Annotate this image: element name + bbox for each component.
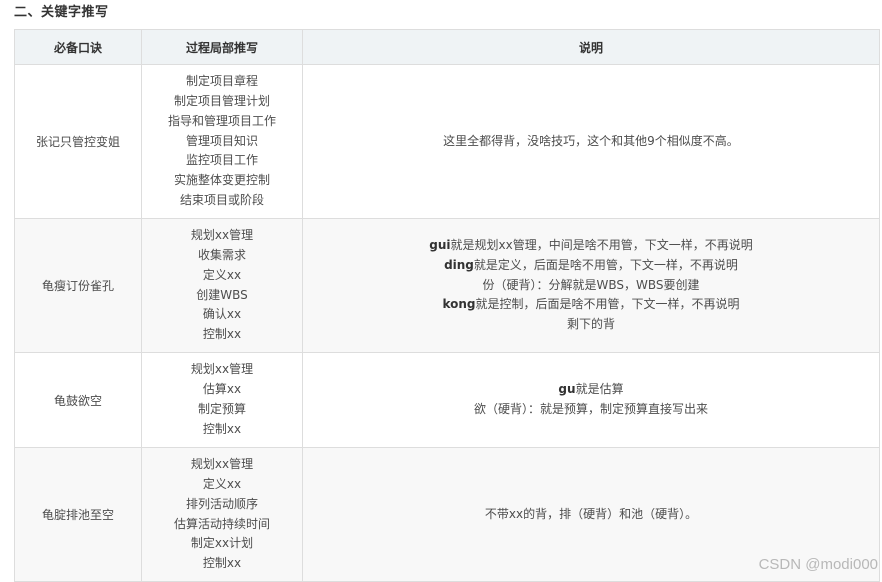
explanation-text: 份（硬背）：分解就是WBS，WBS要创建 [482,277,700,292]
header-mnemonic: 必备口诀 [14,29,142,65]
explanation-line: 这里全都得背，没啥技巧，这个和其他9个相似度不高。 [309,132,873,152]
explanation-line: gui就是规划xx管理，中间是啥不用管，下文一样，不再说明 [309,236,873,256]
process-item: 收集需求 [197,247,246,262]
process-item: 创建WBS [196,287,248,302]
process-item: 制定项目章程 [185,74,258,89]
process-item: 规划xx管理 [190,362,254,377]
process-item: 制定项目管理计划 [173,94,270,108]
explanation-keyword: gui [429,238,451,252]
process-cell: 制定项目章程 制定项目管理计划 指导和管理项目工作 管理项目知识 监控项目工作 … [141,64,303,219]
explanation-keyword: gu [558,382,576,397]
process-item: 管理项目知识 [185,133,258,148]
section-heading: 二、关键字推写 [14,5,109,20]
process-item: 指导和管理项目工作 [167,113,276,128]
process-item: 估算活动持续时间 [173,516,270,531]
process-item: 制定预算 [197,402,246,416]
explanation-text: 这里全都得背，没啥技巧，这个和其他9个相似度不高。 [443,133,739,148]
explanation-text: 就是规划xx管理，中间是啥不用管，下文一样，不再说明 [450,238,753,252]
process-item: 控制xx [202,421,242,436]
explanation-line: kong就是控制，后面是啥不用管，下文一样，不再说明 [309,295,873,315]
explanation-line: 不带xx的背，排（硬背）和池（硬背）。 [309,505,873,525]
explanation-line: 份（硬背）：分解就是WBS，WBS要创建 [309,276,873,296]
mnemonic-cell: 龟瘦订份雀孔 [14,218,142,353]
process-item: 定义xx [202,267,242,282]
explanation-text: 就是控制，后面是啥不用管，下文一样，不再说明 [475,297,740,312]
explanation-line: gu就是估算 [309,380,873,400]
process-item: 确认xx [202,307,242,322]
process-cell: 规划xx管理 定义xx 排列活动顺序 估算活动持续时间 制定xx计划 控制xx [141,447,303,582]
explanation-text: 剩下的背 [566,317,615,332]
watermark: CSDN @modi000 [758,556,878,573]
explanation-text: 不带xx的背，排（硬背）和池（硬背）。 [484,506,698,521]
process-item: 排列活动顺序 [185,496,258,511]
process-item: 监控项目工作 [185,153,258,168]
explanation-text: 欲（硬背）：就是预算，制定预算直接写出来 [473,402,708,416]
process-item: 控制xx [202,556,242,571]
explanation-text: 就是定义，后面是啥不用管，下文一样，不再说明 [473,257,738,272]
explanation-line: ding就是定义，后面是啥不用管，下文一样，不再说明 [309,256,873,276]
explanation-keyword: kong [442,297,476,312]
process-item: 制定xx计划 [190,536,254,551]
explanation-line: 欲（硬背）：就是预算，制定预算直接写出来 [309,400,873,420]
mnemonic-cell: 龟腚排池至空 [14,447,142,582]
table-row: 张记只管控变姐 制定项目章程 制定项目管理计划 指导和管理项目工作 管理项目知识… [14,64,880,219]
table-row: 龟瘦订份雀孔 规划xx管理 收集需求 定义xx 创建WBS 确认xx 控制xx … [14,218,880,353]
process-cell: 规划xx管理 收集需求 定义xx 创建WBS 确认xx 控制xx [141,218,303,353]
process-cell: 规划xx管理 估算xx 制定预算 控制xx [141,352,303,448]
explanation-cell: gui就是规划xx管理，中间是啥不用管，下文一样，不再说明 ding就是定义，后… [302,218,880,353]
process-item: 规划xx管理 [190,228,254,243]
keyword-table: 必备口诀 过程局部推写 说明 张记只管控变姐 制定项目章程 制定项目管理计划 指… [14,29,880,582]
process-item: 定义xx [202,476,242,491]
process-item: 结束项目或阶段 [179,192,264,207]
process-item: 实施整体变更控制 [173,173,270,188]
explanation-cell: 这里全都得背，没啥技巧，这个和其他9个相似度不高。 [302,64,880,219]
explanation-keyword: ding [444,257,474,272]
process-item: 控制xx [202,327,242,342]
header-explanation: 说明 [302,29,880,65]
explanation-cell: gu就是估算 欲（硬背）：就是预算，制定预算直接写出来 [302,352,880,448]
table-row: 龟鼓欲空 规划xx管理 估算xx 制定预算 控制xx gu就是估算 欲（硬背）：… [14,352,880,448]
process-item: 规划xx管理 [190,457,254,472]
explanation-text: 就是估算 [575,382,624,397]
mnemonic-cell: 张记只管控变姐 [14,64,142,219]
mnemonic-cell: 龟鼓欲空 [14,352,142,448]
table-header-row: 必备口诀 过程局部推写 说明 [14,29,880,65]
table-row: 龟腚排池至空 规划xx管理 定义xx 排列活动顺序 估算活动持续时间 制定xx计… [14,447,880,582]
process-item: 估算xx [202,382,242,397]
explanation-line: 剩下的背 [309,315,873,335]
header-process: 过程局部推写 [141,29,303,65]
